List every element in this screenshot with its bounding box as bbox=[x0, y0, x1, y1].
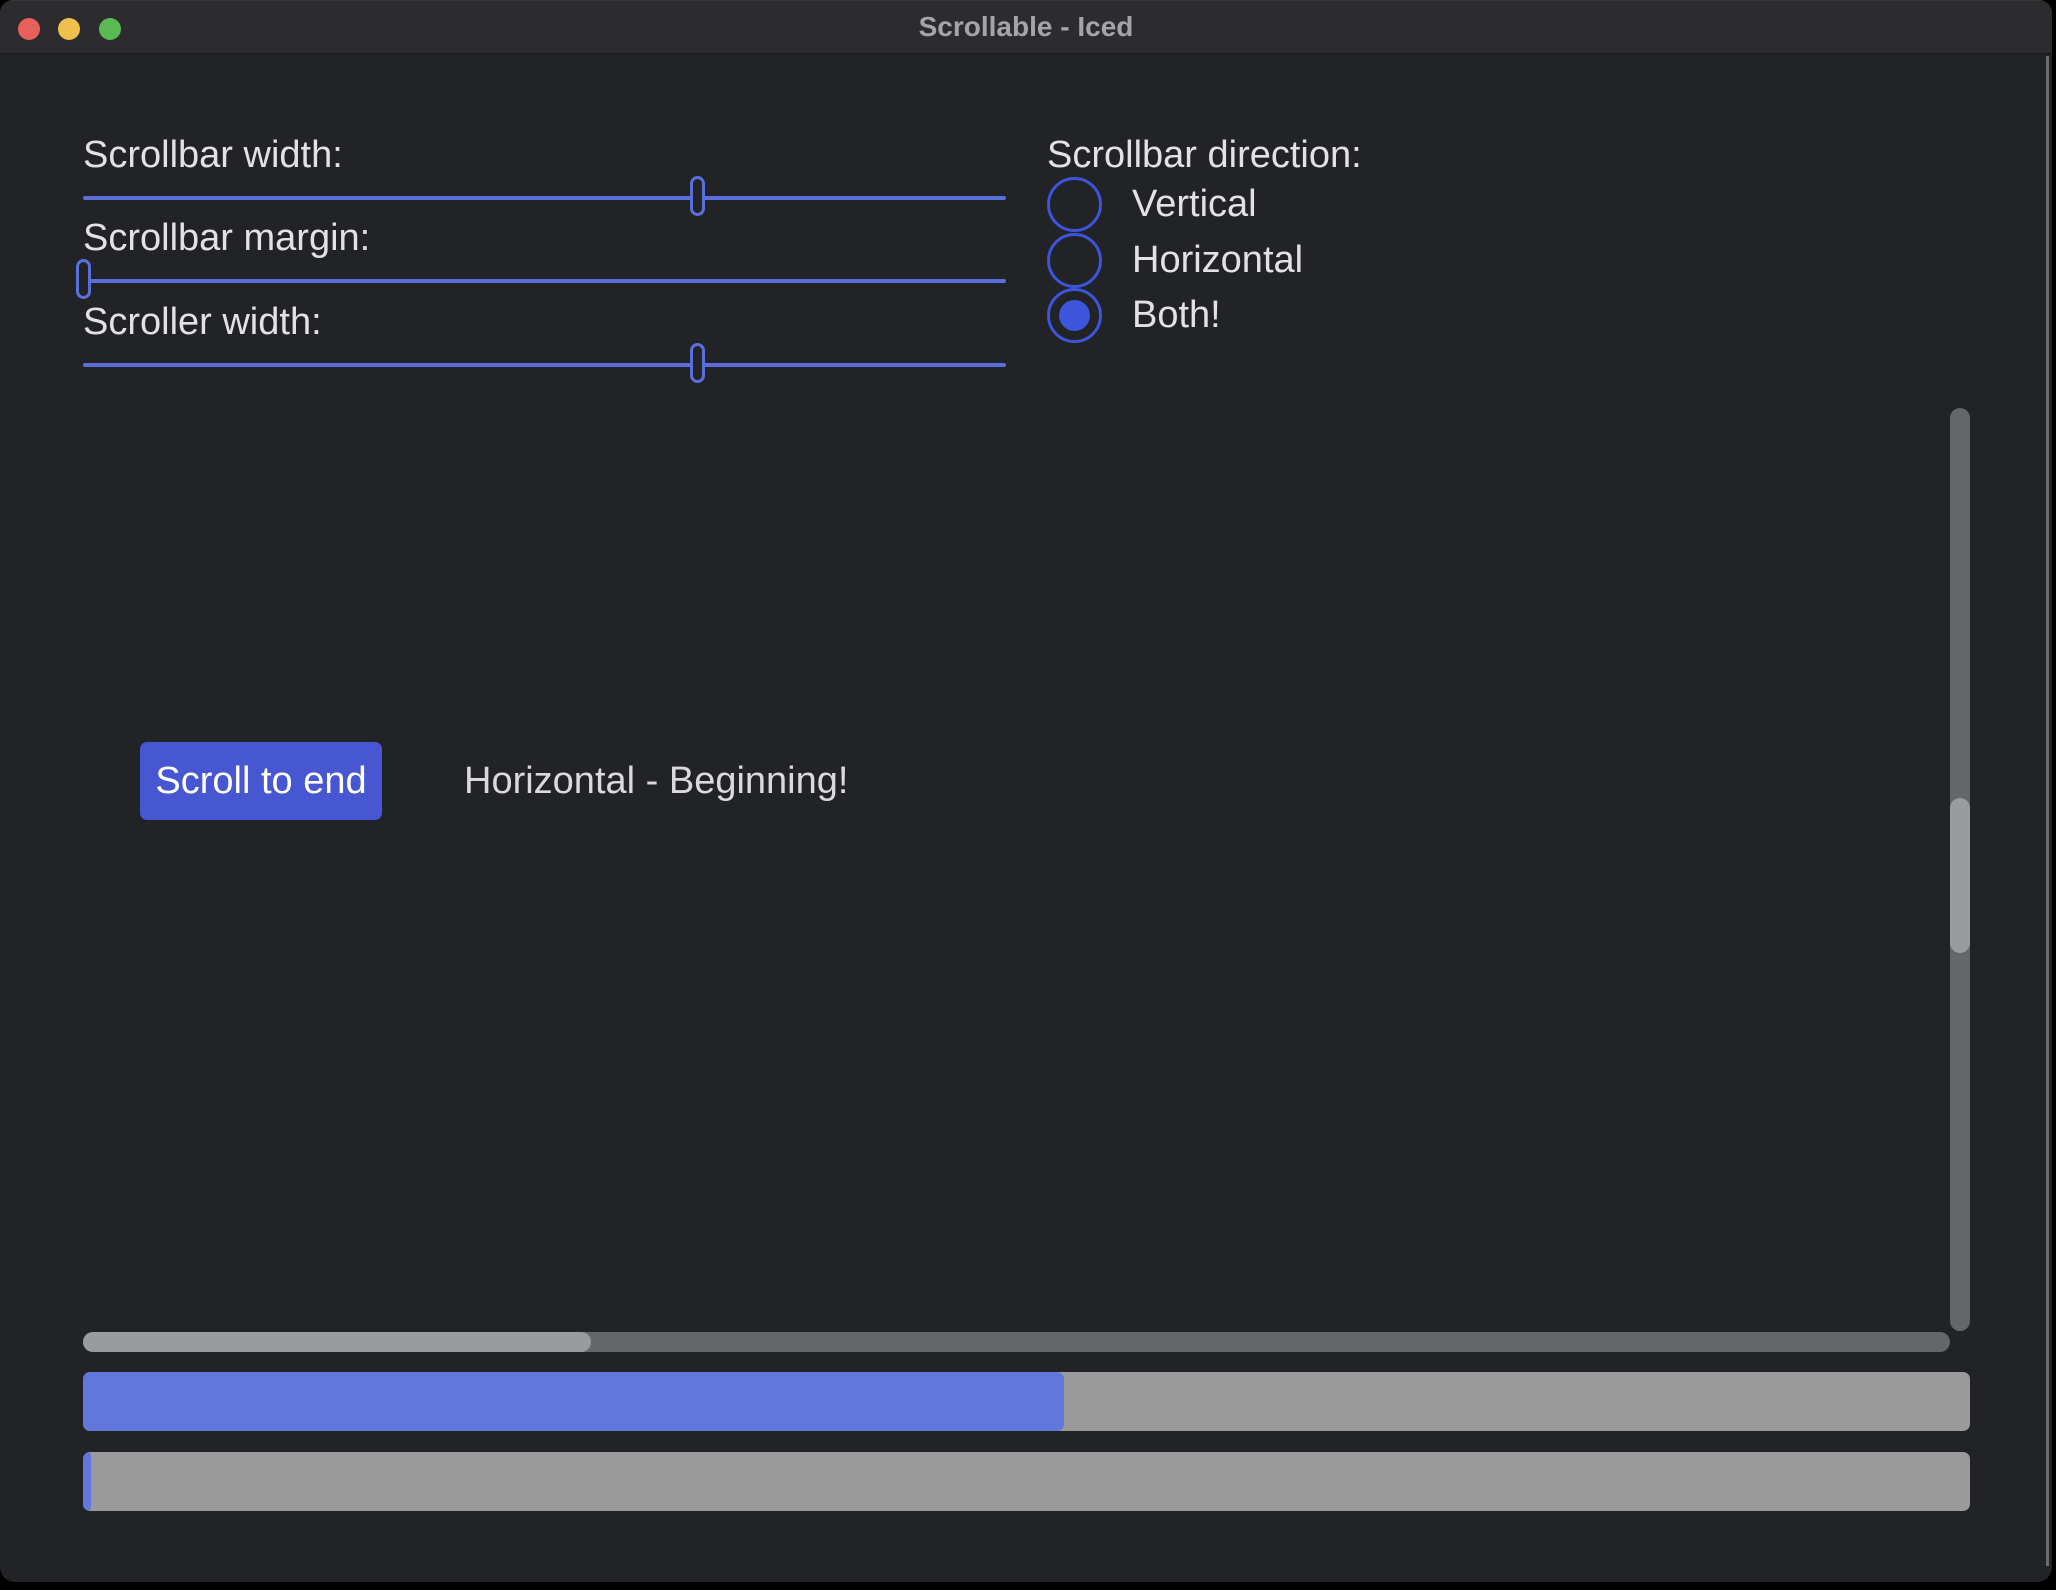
vertical-scrollbar[interactable] bbox=[1950, 408, 1970, 1331]
scrollbar-width-slider-handle[interactable] bbox=[690, 176, 705, 216]
radio-circle-icon[interactable] bbox=[1047, 177, 1102, 232]
app-window: Scrollable - Iced Scrollbar width: Scrol… bbox=[0, 0, 2052, 1582]
vertical-scrollbar-thumb[interactable] bbox=[1950, 798, 1970, 953]
progress-bar-fill bbox=[83, 1452, 91, 1511]
scrollbar-width-slider[interactable] bbox=[83, 196, 1006, 200]
scrollbar-width-label: Scrollbar width: bbox=[83, 136, 343, 174]
horizontal-scrollbar-thumb[interactable] bbox=[83, 1332, 591, 1352]
scrollbar-margin-slider[interactable] bbox=[83, 279, 1006, 283]
scroller-width-slider-handle[interactable] bbox=[690, 343, 705, 383]
scroll-to-end-button[interactable]: Scroll to end bbox=[140, 742, 382, 820]
horizontal-scrollbar[interactable] bbox=[83, 1332, 1950, 1352]
scroller-width-slider[interactable] bbox=[83, 363, 1006, 367]
radio-vertical[interactable]: Vertical bbox=[1047, 176, 1257, 232]
radio-horizontal[interactable]: Horizontal bbox=[1047, 232, 1303, 288]
scroll-status-text: Horizontal - Beginning! bbox=[464, 742, 848, 820]
titlebar: Scrollable - Iced bbox=[0, 0, 2052, 54]
progress-bar-horizontal bbox=[83, 1372, 1970, 1431]
radio-horizontal-label: Horizontal bbox=[1132, 241, 1303, 279]
radio-circle-icon[interactable] bbox=[1047, 233, 1102, 288]
scrollbar-margin-label: Scrollbar margin: bbox=[83, 219, 370, 257]
scrollbar-direction-label: Scrollbar direction: bbox=[1047, 136, 1362, 174]
radio-dot-icon bbox=[1059, 300, 1090, 331]
radio-vertical-label: Vertical bbox=[1132, 185, 1257, 223]
radio-circle-icon[interactable] bbox=[1047, 288, 1102, 343]
window-edge-line bbox=[2046, 56, 2049, 1566]
window-title: Scrollable - Iced bbox=[0, 0, 2052, 53]
scroller-width-label: Scroller width: bbox=[83, 303, 322, 341]
progress-bar-fill bbox=[83, 1372, 1064, 1431]
radio-both[interactable]: Both! bbox=[1047, 287, 1221, 343]
scrollbar-margin-slider-handle[interactable] bbox=[76, 259, 91, 299]
progress-bar-vertical bbox=[83, 1452, 1970, 1511]
radio-both-label: Both! bbox=[1132, 296, 1221, 334]
